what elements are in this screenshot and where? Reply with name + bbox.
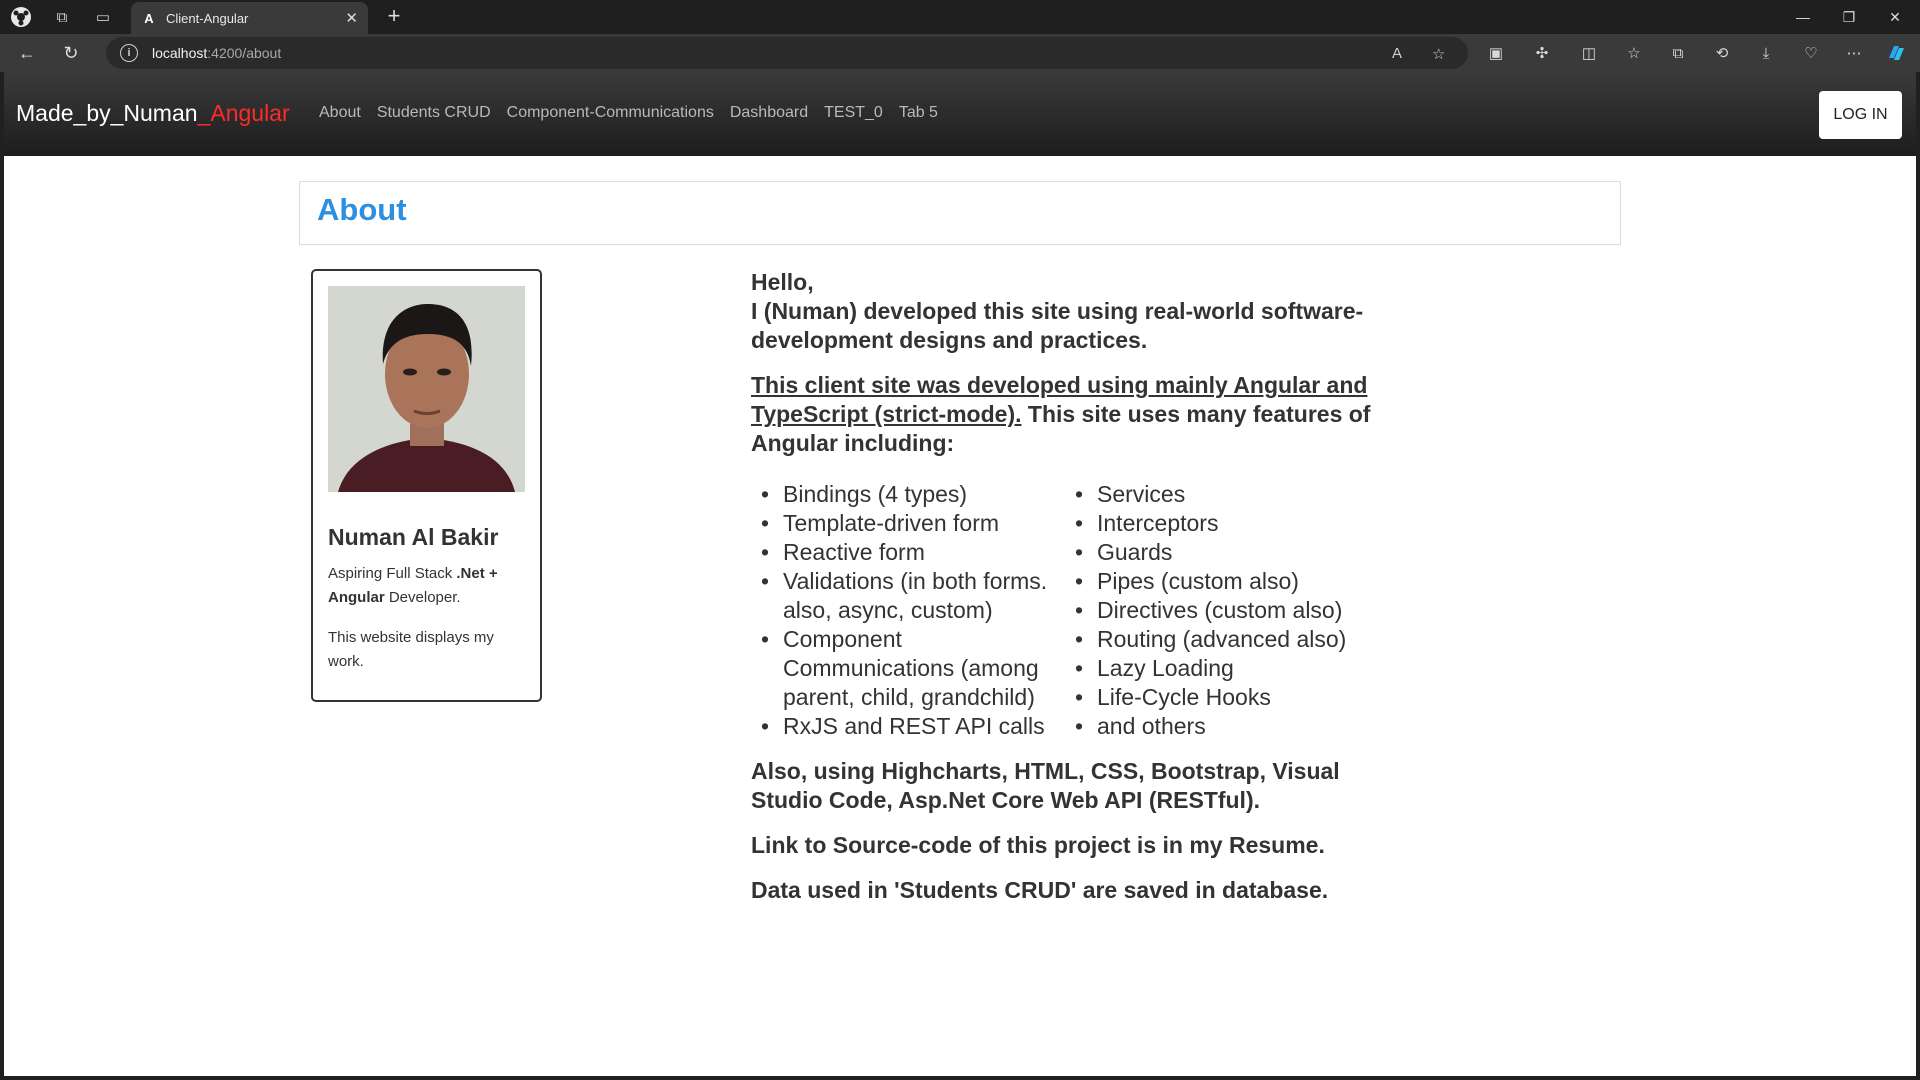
- url-path: :4200/about: [207, 45, 282, 61]
- back-icon[interactable]: ←: [13, 39, 41, 67]
- angular-favicon-icon: A: [144, 10, 154, 26]
- site-info-icon[interactable]: i: [120, 44, 138, 62]
- downloads-icon[interactable]: ⤓: [1752, 39, 1780, 67]
- extension-icon[interactable]: ▣: [1482, 39, 1510, 67]
- tagline-pre: Aspiring Full Stack: [328, 565, 457, 582]
- browser-tabstrip: ⧉ ▭ A Client-Angular ✕ + — ❐ ✕: [0, 0, 1920, 34]
- about-content: Hello, I (Numan) developed this site usi…: [751, 268, 1391, 921]
- nav-link-dashboard[interactable]: Dashboard: [730, 104, 808, 122]
- nav-link-test-0[interactable]: TEST_0: [824, 104, 883, 122]
- favorites-icon[interactable]: ☆: [1620, 39, 1648, 67]
- read-aloud-icon[interactable]: A: [1392, 45, 1402, 62]
- page-title: About: [317, 192, 407, 227]
- workspaces-icon[interactable]: ⧉: [48, 3, 76, 31]
- list-item: and others: [1065, 712, 1385, 741]
- list-item: RxJS and REST API calls: [751, 712, 1065, 741]
- nav-links: About Students CRUD Component-Communicat…: [319, 104, 954, 122]
- source-link-paragraph: Link to Source-code of this project is i…: [751, 832, 1325, 858]
- features-paragraph: This client site was developed using mai…: [751, 371, 1391, 458]
- database-paragraph: Data used in 'Students CRUD' are saved i…: [751, 877, 1329, 903]
- tab-client-angular[interactable]: A Client-Angular ✕: [131, 2, 368, 34]
- window-close-icon[interactable]: ✕: [1872, 0, 1918, 34]
- site-brand[interactable]: Made_by_Numan_Angular: [16, 100, 290, 127]
- list-item: Guards: [1065, 538, 1385, 567]
- refresh-icon[interactable]: ↻: [57, 39, 85, 67]
- new-tab-icon[interactable]: +: [380, 3, 408, 29]
- extensions-icon[interactable]: ✣: [1528, 39, 1556, 67]
- nav-link-about[interactable]: About: [319, 104, 361, 122]
- profile-card: Numan Al Bakir Aspiring Full Stack .Net …: [311, 269, 542, 702]
- close-icon[interactable]: ✕: [345, 9, 358, 27]
- nav-link-component-communications[interactable]: Component-Communications: [507, 104, 714, 122]
- tagline-post: Developer.: [384, 589, 461, 606]
- brand-main: Made_by_Numan: [16, 100, 198, 126]
- login-button[interactable]: LOG IN: [1819, 91, 1902, 139]
- browser-essentials-icon[interactable]: ♡: [1797, 39, 1825, 67]
- copilot-icon[interactable]: [1882, 39, 1910, 67]
- features-list-right: Services Interceptors Guards Pipes (cust…: [1065, 480, 1385, 741]
- profile-name: Numan Al Bakir: [328, 524, 499, 550]
- list-item: Bindings (4 types): [751, 480, 1065, 509]
- features-lists: Bindings (4 types) Template-driven form …: [751, 480, 1391, 741]
- list-item: Routing (advanced also): [1065, 625, 1385, 654]
- nav-link-students-crud[interactable]: Students CRUD: [377, 104, 491, 122]
- site-navbar: Made_by_Numan_Angular About Students CRU…: [4, 72, 1916, 156]
- list-item: Reactive form: [751, 538, 1065, 567]
- minimize-icon[interactable]: —: [1780, 0, 1826, 34]
- favorite-star-icon[interactable]: ☆: [1432, 45, 1445, 63]
- intro-text: I (Numan) developed this site using real…: [751, 298, 1364, 353]
- collections-icon[interactable]: ⧉: [1664, 39, 1692, 67]
- tools-paragraph: Also, using Highcharts, HTML, CSS, Boots…: [751, 758, 1340, 813]
- tab-title: Client-Angular: [166, 10, 249, 26]
- list-item: Directives (custom also): [1065, 596, 1385, 625]
- list-item: Services: [1065, 480, 1385, 509]
- list-item: Template-driven form: [751, 509, 1065, 538]
- list-item: Interceptors: [1065, 509, 1385, 538]
- list-item: Life-Cycle Hooks: [1065, 683, 1385, 712]
- about-header-box: About: [299, 181, 1621, 245]
- profile-tagline: Aspiring Full Stack .Net + Angular Devel…: [328, 562, 528, 610]
- profile-note: This website displays my work.: [328, 629, 494, 670]
- profile-photo: [328, 286, 525, 492]
- restore-icon[interactable]: ❐: [1826, 0, 1872, 34]
- list-item: Pipes (custom also): [1065, 567, 1385, 596]
- split-screen-icon[interactable]: ◫: [1575, 39, 1603, 67]
- intro-paragraph: Hello, I (Numan) developed this site usi…: [751, 268, 1391, 355]
- page-viewport: Made_by_Numan_Angular About Students CRU…: [4, 72, 1916, 1076]
- address-bar[interactable]: i localhost:4200/about A ☆: [106, 37, 1468, 69]
- brand-accent: _Angular: [197, 100, 290, 126]
- browser-toolbar: ← ↻ i localhost:4200/about A ☆ ▣ ✣ ◫ ☆ ⧉…: [0, 34, 1920, 72]
- features-list-left: Bindings (4 types) Template-driven form …: [751, 480, 1065, 741]
- more-icon[interactable]: ⋯: [1840, 39, 1868, 67]
- nav-link-tab-5[interactable]: Tab 5: [899, 104, 938, 122]
- hello-text: Hello,: [751, 269, 814, 295]
- list-item: Lazy Loading: [1065, 654, 1385, 683]
- history-icon[interactable]: ⟲: [1708, 39, 1736, 67]
- profile-icon[interactable]: [7, 3, 35, 31]
- list-item: Validations (in both forms. also, async,…: [751, 567, 1065, 625]
- list-item: Component Communications (among parent, …: [751, 625, 1065, 712]
- tab-actions-icon[interactable]: ▭: [89, 3, 117, 31]
- url-host: localhost: [152, 45, 208, 61]
